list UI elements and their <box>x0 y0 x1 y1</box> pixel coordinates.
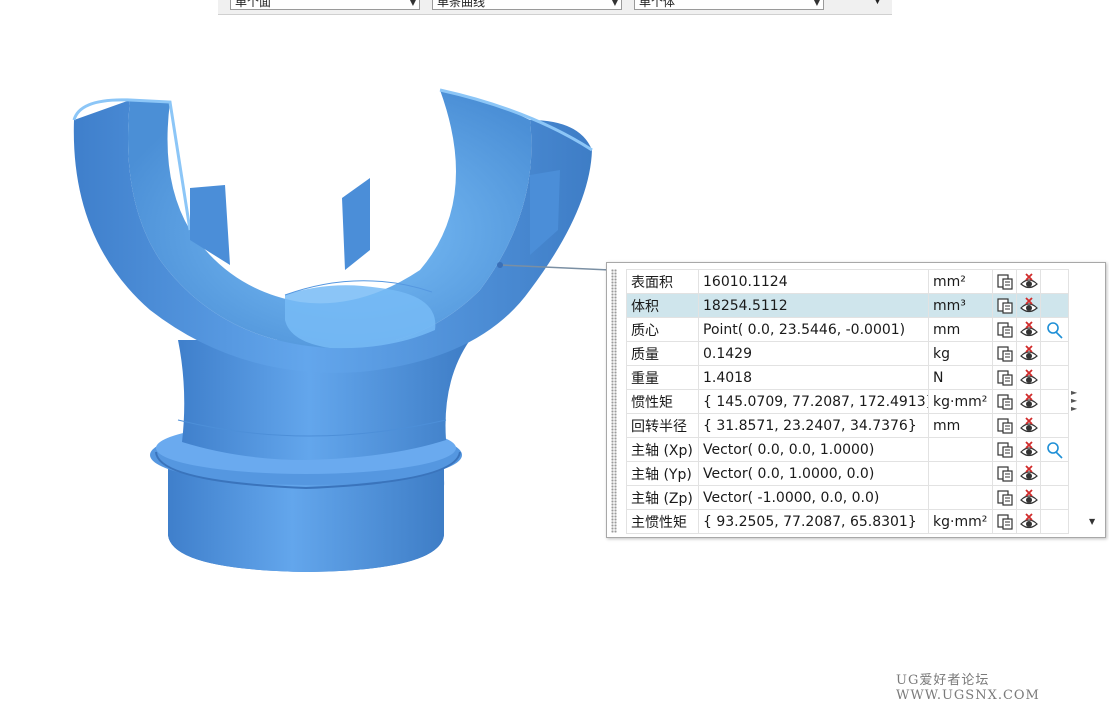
chevron-down-icon: ▼ <box>611 0 618 7</box>
copy-to-clipboard-icon[interactable] <box>992 365 1017 390</box>
result-unit: mm³ <box>928 293 993 318</box>
create-point-icon[interactable] <box>1040 317 1069 342</box>
empty-cell <box>1040 461 1069 486</box>
copy-to-clipboard-icon[interactable] <box>992 317 1017 342</box>
copy-to-clipboard-icon[interactable] <box>992 485 1017 510</box>
result-unit: kg·mm² <box>928 389 993 414</box>
copy-to-clipboard-icon[interactable] <box>992 509 1017 534</box>
result-unit: N <box>928 365 993 390</box>
show-hide-eye-icon[interactable] <box>1016 389 1041 414</box>
result-value: 16010.1124 <box>698 269 929 294</box>
result-unit <box>928 485 993 510</box>
result-unit: mm <box>928 317 993 342</box>
result-row[interactable]: 回转半径{ 31.8571, 23.2407, 34.7376} mm <box>626 413 1069 438</box>
show-hide-eye-icon[interactable] <box>1016 341 1041 366</box>
result-label: 惯性矩 <box>626 389 699 414</box>
show-hide-eye-icon[interactable] <box>1016 293 1041 318</box>
empty-cell <box>1040 413 1069 438</box>
show-hide-eye-icon[interactable] <box>1016 365 1041 390</box>
result-row[interactable]: 体积 18254.5112 mm³ <box>626 293 1069 318</box>
show-hide-eye-icon[interactable] <box>1016 317 1041 342</box>
dropdown-value: 单条曲线 <box>437 0 486 9</box>
result-row[interactable]: 主轴 (Xp) Vector( 0.0, 0.0, 1.0000) <box>626 437 1069 462</box>
result-value: { 145.0709, 77.2087, 172.4913} <box>698 389 929 414</box>
show-hide-eye-icon[interactable] <box>1016 437 1041 462</box>
result-row[interactable]: 主轴 (Yp) Vector( 0.0, 1.0000, 0.0) <box>626 461 1069 486</box>
empty-cell <box>1040 293 1069 318</box>
result-unit <box>928 437 993 462</box>
result-value: Point( 0.0, 23.5446, -0.0001) <box>698 317 929 342</box>
result-value: Vector( 0.0, 0.0, 1.0000) <box>698 437 929 462</box>
result-row[interactable]: 质量 0.1429 kg <box>626 341 1069 366</box>
show-hide-eye-icon[interactable] <box>1016 269 1041 294</box>
result-value: { 31.8571, 23.2407, 34.7376} <box>698 413 929 438</box>
scroll-down-icon[interactable]: ▼ <box>1089 517 1095 526</box>
result-label: 重量 <box>626 365 699 390</box>
empty-cell <box>1040 341 1069 366</box>
empty-cell <box>1040 365 1069 390</box>
result-value: 18254.5112 <box>698 293 929 318</box>
curve-filter-dropdown[interactable]: 单条曲线 ▼ <box>432 0 622 10</box>
3d-model-viewport[interactable] <box>60 80 620 590</box>
show-hide-eye-icon[interactable] <box>1016 413 1041 438</box>
copy-to-clipboard-icon[interactable] <box>992 269 1017 294</box>
empty-cell <box>1040 389 1069 414</box>
result-label: 体积 <box>626 293 699 318</box>
show-hide-eye-icon[interactable] <box>1016 485 1041 510</box>
result-row[interactable]: 惯性矩{ 145.0709, 77.2087, 172.4913} kg·mm² <box>626 389 1069 414</box>
result-value: 1.4018 <box>698 365 929 390</box>
toolbar-overflow-icon[interactable]: ▼ <box>874 0 881 6</box>
chevron-down-icon: ▼ <box>813 0 820 7</box>
result-row[interactable]: 主惯性矩{ 93.2505, 77.2087, 65.8301} kg·mm² <box>626 509 1069 534</box>
result-label: 主轴 (Xp) <box>626 437 699 462</box>
panel-drag-handle[interactable] <box>611 269 617 533</box>
result-value: 0.1429 <box>698 341 929 366</box>
result-row[interactable]: 主轴 (Zp) Vector( -1.0000, 0.0, 0.0) <box>626 485 1069 510</box>
empty-cell <box>1040 509 1069 534</box>
body-filter-dropdown[interactable]: 单个体 ▼ <box>634 0 824 10</box>
watermark: UG爱好者论坛 WWW.UGSNX.COM <box>896 673 1040 703</box>
result-label: 表面积 <box>626 269 699 294</box>
copy-to-clipboard-icon[interactable] <box>992 413 1017 438</box>
result-row[interactable]: 表面积 16010.1124 mm² <box>626 269 1069 294</box>
show-hide-eye-icon[interactable] <box>1016 509 1041 534</box>
copy-to-clipboard-icon[interactable] <box>992 341 1017 366</box>
result-value: Vector( 0.0, 1.0000, 0.0) <box>698 461 929 486</box>
result-label: 主惯性矩 <box>626 509 699 534</box>
results-table: 表面积 16010.1124 mm² 体积 18254.5112 mm³ 质心 Point( … <box>626 269 1069 534</box>
result-row[interactable]: 质心 Point( 0.0, 23.5446, -0.0001) mm <box>626 317 1069 342</box>
result-row[interactable]: 重量 1.4018 N <box>626 365 1069 390</box>
result-label: 质量 <box>626 341 699 366</box>
show-hide-eye-icon[interactable] <box>1016 461 1041 486</box>
dropdown-value: 单个体 <box>639 0 676 9</box>
empty-cell <box>1040 269 1069 294</box>
result-label: 主轴 (Yp) <box>626 461 699 486</box>
face-filter-dropdown[interactable]: 单个面 ▼ <box>230 0 420 10</box>
result-label: 主轴 (Zp) <box>626 485 699 510</box>
result-value: Vector( -1.0000, 0.0, 0.0) <box>698 485 929 510</box>
create-point-icon[interactable] <box>1040 437 1069 462</box>
result-unit <box>928 461 993 486</box>
result-unit: kg·mm² <box>928 509 993 534</box>
result-unit: mm² <box>928 269 993 294</box>
result-value: { 93.2505, 77.2087, 65.8301} <box>698 509 929 534</box>
copy-to-clipboard-icon[interactable] <box>992 389 1017 414</box>
chevron-down-icon: ▼ <box>409 0 416 7</box>
result-label: 质心 <box>626 317 699 342</box>
dropdown-value: 单个面 <box>235 0 272 9</box>
copy-to-clipboard-icon[interactable] <box>992 461 1017 486</box>
selection-toolbar: 单个面 ▼ 单条曲线 ▼ 单个体 ▼ ▼ <box>218 0 892 15</box>
result-label: 回转半径 <box>626 413 699 438</box>
result-unit: mm <box>928 413 993 438</box>
expand-arrows-icon[interactable]: ► ► ► <box>1071 389 1077 413</box>
copy-to-clipboard-icon[interactable] <box>992 293 1017 318</box>
result-unit: kg <box>928 341 993 366</box>
copy-to-clipboard-icon[interactable] <box>992 437 1017 462</box>
measure-results-panel: 表面积 16010.1124 mm² 体积 18254.5112 mm³ 质心 Point( … <box>606 262 1106 538</box>
empty-cell <box>1040 485 1069 510</box>
